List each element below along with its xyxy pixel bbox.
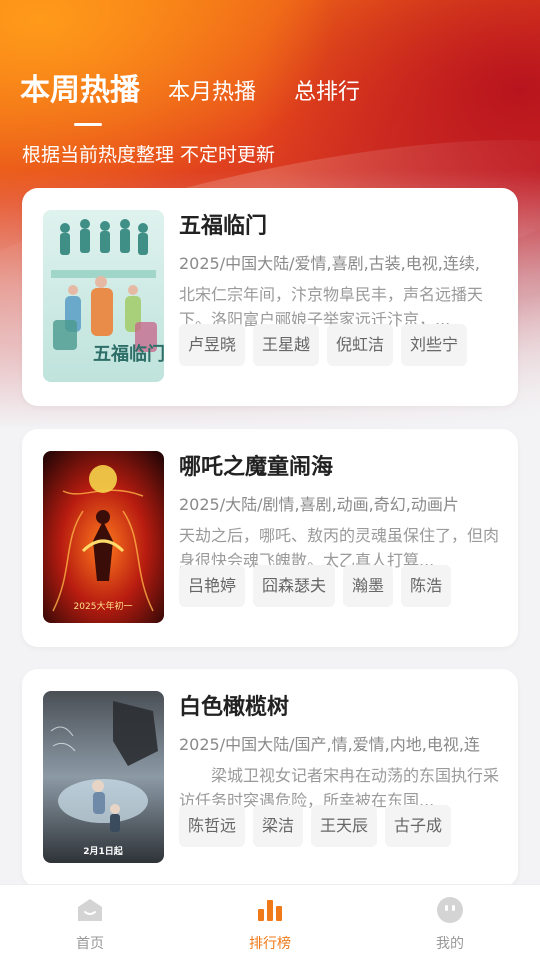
drama-info: 五福临门 2025/中国大陆/爱情,喜剧,古装,电视,连续, 北宋仁宗年间，汴京…	[179, 210, 499, 332]
drama-card[interactable]: 2月1日起 白色橄榄树 2025/中国大陆/国产,情,爱情,内地,电视,连 梁城…	[22, 669, 518, 887]
tab-weekly-label: 本周热播	[20, 73, 140, 108]
actor-tag[interactable]: 王星越	[253, 324, 320, 366]
actor-tag[interactable]: 囧森瑟夫	[253, 565, 336, 607]
tab-active-indicator	[74, 123, 102, 126]
nav-mine[interactable]: 我的	[360, 885, 540, 960]
drama-info: 哪吒之魔童闹海 2025/大陆/剧情,喜剧,动画,奇幻,动画片 天劫之后，哪吒、…	[179, 451, 499, 573]
actor-tag[interactable]: 吕艳婷	[179, 565, 246, 607]
actor-list: 卢昱晓 王星越 倪虹洁 刘些宁	[179, 324, 475, 366]
actor-tag[interactable]: 瀚墨	[343, 565, 394, 607]
tab-monthly[interactable]: 本月热播	[168, 74, 256, 112]
poster-image-wufu: 五福临门	[43, 210, 164, 382]
drama-title[interactable]: 哪吒之魔童闹海	[179, 451, 499, 485]
drama-title[interactable]: 白色橄榄树	[179, 691, 499, 725]
drama-meta: 2025/中国大陆/国产,情,爱情,内地,电视,连	[179, 735, 480, 754]
nav-home[interactable]: 首页	[0, 885, 180, 960]
ranking-tabs: 本周热播 本月热播 总排行	[20, 52, 520, 126]
actor-tag[interactable]: 古子成	[385, 805, 452, 847]
actor-list: 陈哲远 梁洁 王天辰 古子成	[179, 805, 459, 847]
actor-tag[interactable]: 王天辰	[311, 805, 378, 847]
actor-tag[interactable]: 倪虹洁	[327, 324, 394, 366]
drama-meta: 2025/中国大陆/爱情,喜剧,古装,电视,连续,	[179, 254, 480, 273]
drama-card[interactable]: 五福临门 五福临门 2025/中国大陆/爱情,喜剧,古装,电视,连续, 北宋仁宗…	[22, 188, 518, 406]
poster-date-text: 2025大年初一	[74, 600, 133, 612]
face-icon	[435, 895, 465, 925]
poster-date-text: 2月1日起	[83, 845, 124, 857]
actor-tag[interactable]: 梁洁	[253, 805, 304, 847]
bar-chart-icon	[255, 895, 285, 925]
bottom-nav: 首页 排行榜 我的	[0, 884, 540, 960]
nav-mine-label: 我的	[436, 936, 464, 952]
tab-overall[interactable]: 总排行	[294, 74, 360, 112]
nav-ranking[interactable]: 排行榜	[180, 885, 360, 960]
nav-ranking-label: 排行榜	[249, 936, 291, 952]
actor-tag[interactable]: 卢昱晓	[179, 324, 246, 366]
home-icon	[75, 895, 105, 925]
drama-title[interactable]: 五福临门	[179, 210, 499, 244]
drama-poster[interactable]: 2025大年初一	[43, 451, 164, 623]
nav-home-label: 首页	[76, 936, 104, 952]
drama-poster[interactable]: 五福临门	[43, 210, 164, 382]
poster-image-olive: 2月1日起	[43, 691, 164, 863]
poster-image-nezha: 2025大年初一	[43, 451, 164, 623]
actor-tag[interactable]: 刘些宁	[401, 324, 468, 366]
actor-list: 吕艳婷 囧森瑟夫 瀚墨 陈浩	[179, 565, 459, 607]
drama-meta: 2025/大陆/剧情,喜剧,动画,奇幻,动画片	[179, 495, 459, 514]
drama-info: 白色橄榄树 2025/中国大陆/国产,情,爱情,内地,电视,连 梁城卫视女记者宋…	[179, 691, 499, 813]
drama-card[interactable]: 2025大年初一 哪吒之魔童闹海 2025/大陆/剧情,喜剧,动画,奇幻,动画片…	[22, 429, 518, 647]
actor-tag[interactable]: 陈浩	[401, 565, 452, 607]
actor-tag[interactable]: 陈哲远	[179, 805, 246, 847]
drama-poster[interactable]: 2月1日起	[43, 691, 164, 863]
ranking-subtitle: 根据当前热度整理 不定时更新	[22, 144, 276, 166]
tab-weekly[interactable]: 本周热播	[20, 70, 140, 126]
poster-title-text: 五福临门	[93, 343, 164, 365]
